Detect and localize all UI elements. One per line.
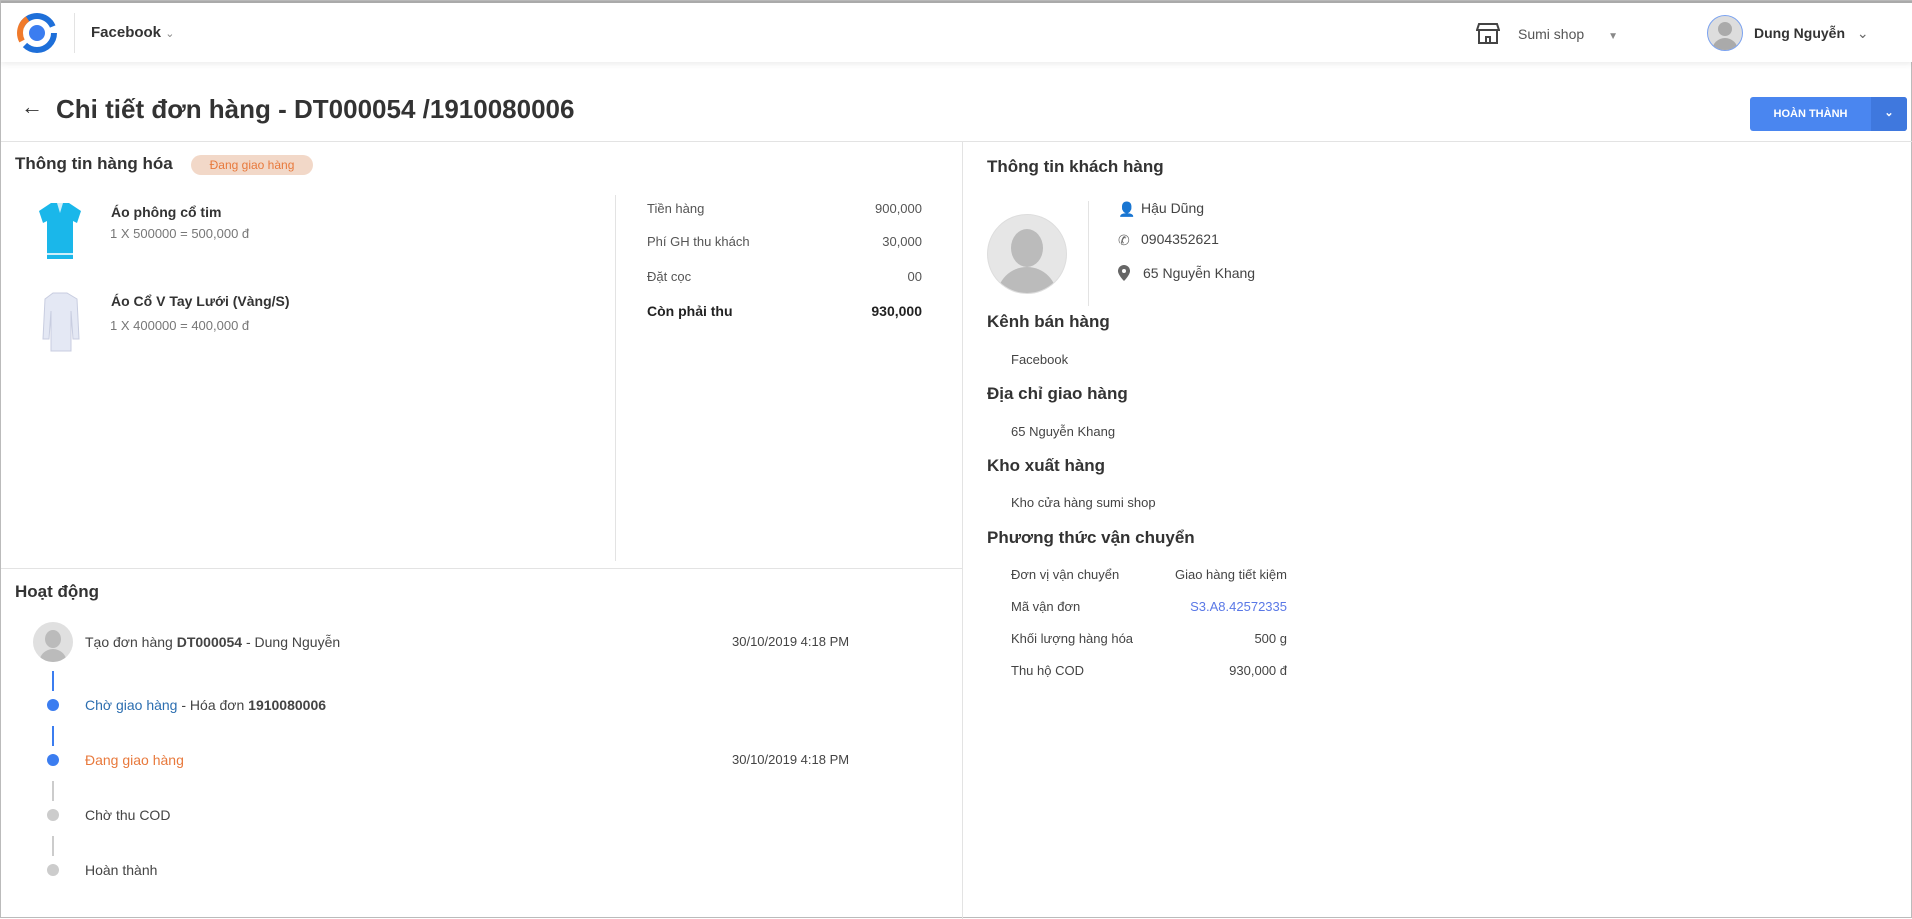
app-logo-icon [17, 13, 57, 53]
warehouse-value: Kho cửa hàng sumi shop [1011, 495, 1156, 510]
chevron-down-icon: ⌄ [165, 28, 175, 40]
activity-text: Tạo đơn hàng [85, 634, 173, 650]
activity-user: - Dung Nguyễn [245, 634, 341, 650]
channel-label: Facebook [91, 24, 162, 41]
activity-status: Chờ giao hàng [85, 697, 178, 713]
person-icon: 👤 [1118, 201, 1136, 217]
timeline-dot-active [47, 699, 59, 711]
back-arrow-icon[interactable]: ← [21, 94, 43, 120]
warehouse-title: Kho xuất hàng [987, 456, 1106, 475]
shipping-label: Đơn vị vận chuyển [1011, 567, 1120, 582]
activity-status-shipping: Đang giao hàng [85, 752, 184, 768]
channel-section-title: Kênh bán hàng [987, 312, 1110, 331]
location-pin-icon [1118, 265, 1130, 281]
activity-avatar [33, 622, 73, 662]
customer-avatar [987, 214, 1067, 294]
activity-text: - Hóa đơn [181, 697, 245, 713]
complete-button-group: HOÀN THÀNH ⌄ [1750, 97, 1907, 131]
customer-name: Hậu Dũng [1141, 200, 1205, 216]
channel-value: Facebook [1011, 352, 1069, 367]
summary-label: Tiền hàng [647, 201, 705, 216]
timeline-dot-active [47, 754, 59, 766]
activity-status-done: Hoàn thành [85, 862, 158, 878]
user-avatar[interactable] [1707, 15, 1743, 51]
timeline-dot-pending [47, 809, 59, 821]
activity-section-title: Hoạt động [15, 582, 100, 601]
complete-dropdown-chevron-icon[interactable]: ⌄ [1871, 97, 1907, 131]
product-name: Áo phông cổ tim [111, 204, 222, 220]
timeline-dot-pending [47, 864, 59, 876]
activity-time: 30/10/2019 4:18 PM [732, 634, 850, 649]
shipping-label: Mã vận đơn [1011, 599, 1081, 614]
delivery-address-title: Địa chỉ giao hàng [987, 384, 1128, 403]
activity-created: Tạo đơn hàng DT000054 - Dung Nguyễn [85, 634, 340, 650]
channel-selector[interactable]: Facebook ⌄ [91, 24, 174, 41]
activity-time: 30/10/2019 4:18 PM [732, 752, 850, 767]
shipping-label: Thu hộ COD [1011, 663, 1084, 678]
product-name: Áo Cổ V Tay Lưới (Vàng/S) [111, 293, 290, 309]
shipping-method-title: Phương thức vận chuyển [987, 528, 1195, 547]
summary-label: Đặt cọc [647, 269, 692, 284]
customer-section-title: Thông tin khách hàng [987, 157, 1164, 176]
customer-address: 65 Nguyễn Khang [1143, 265, 1256, 281]
chevron-down-icon: ⌄ [1856, 25, 1869, 41]
top-header: Facebook ⌄ Sumi shop ▼ Dung Nguyễn ⌄ [1, 1, 1912, 62]
summary-value: 30,000 [882, 234, 922, 249]
shop-selector[interactable]: Sumi shop ▼ [1518, 26, 1618, 42]
activity-waiting: Chờ giao hàng - Hóa đơn 1910080006 [85, 697, 326, 713]
caret-down-icon: ▼ [1608, 31, 1619, 42]
customer-phone: 0904352621 [1141, 231, 1219, 247]
summary-value: 900,000 [875, 201, 922, 216]
shipping-weight: 500 g [1254, 631, 1287, 646]
product-price: 1 X 500000 = 500,000 đ [110, 226, 250, 241]
cod-amount: 930,000 đ [1229, 663, 1287, 678]
phone-icon: ✆ [1118, 232, 1130, 248]
complete-button[interactable]: HOÀN THÀNH [1750, 97, 1871, 131]
shipping-carrier: Giao hàng tiết kiệm [1174, 567, 1287, 582]
product-price: 1 X 400000 = 400,000 đ [110, 318, 250, 333]
status-badge: Đang giao hàng [191, 155, 313, 175]
summary-total-label: Còn phải thu [647, 303, 733, 319]
page-title: Chi tiết đơn hàng - DT000054 /1910080006 [56, 94, 575, 124]
summary-label: Phí GH thu khách [647, 234, 750, 249]
summary-value: 00 [907, 269, 922, 284]
shipping-label: Khối lượng hàng hóa [1011, 631, 1134, 646]
user-name: Dung Nguyễn [1754, 25, 1845, 41]
user-menu[interactable]: Dung Nguyễn ⌄ [1754, 25, 1869, 42]
shop-label: Sumi shop [1518, 26, 1585, 42]
goods-section-title: Thông tin hàng hóa [15, 154, 173, 173]
product-image-shirt-white [42, 292, 80, 352]
order-code: DT000054 [176, 634, 243, 650]
product-image-tshirt-blue [39, 203, 81, 259]
activity-status-cod: Chờ thu COD [85, 807, 171, 823]
invoice-code: 1910080006 [248, 697, 327, 713]
delivery-address-value: 65 Nguyễn Khang [1011, 424, 1116, 439]
store-icon [1476, 23, 1500, 44]
tracking-code-link[interactable]: S3.A8.42572335 [1190, 599, 1287, 614]
summary-total-value: 930,000 [871, 303, 922, 319]
